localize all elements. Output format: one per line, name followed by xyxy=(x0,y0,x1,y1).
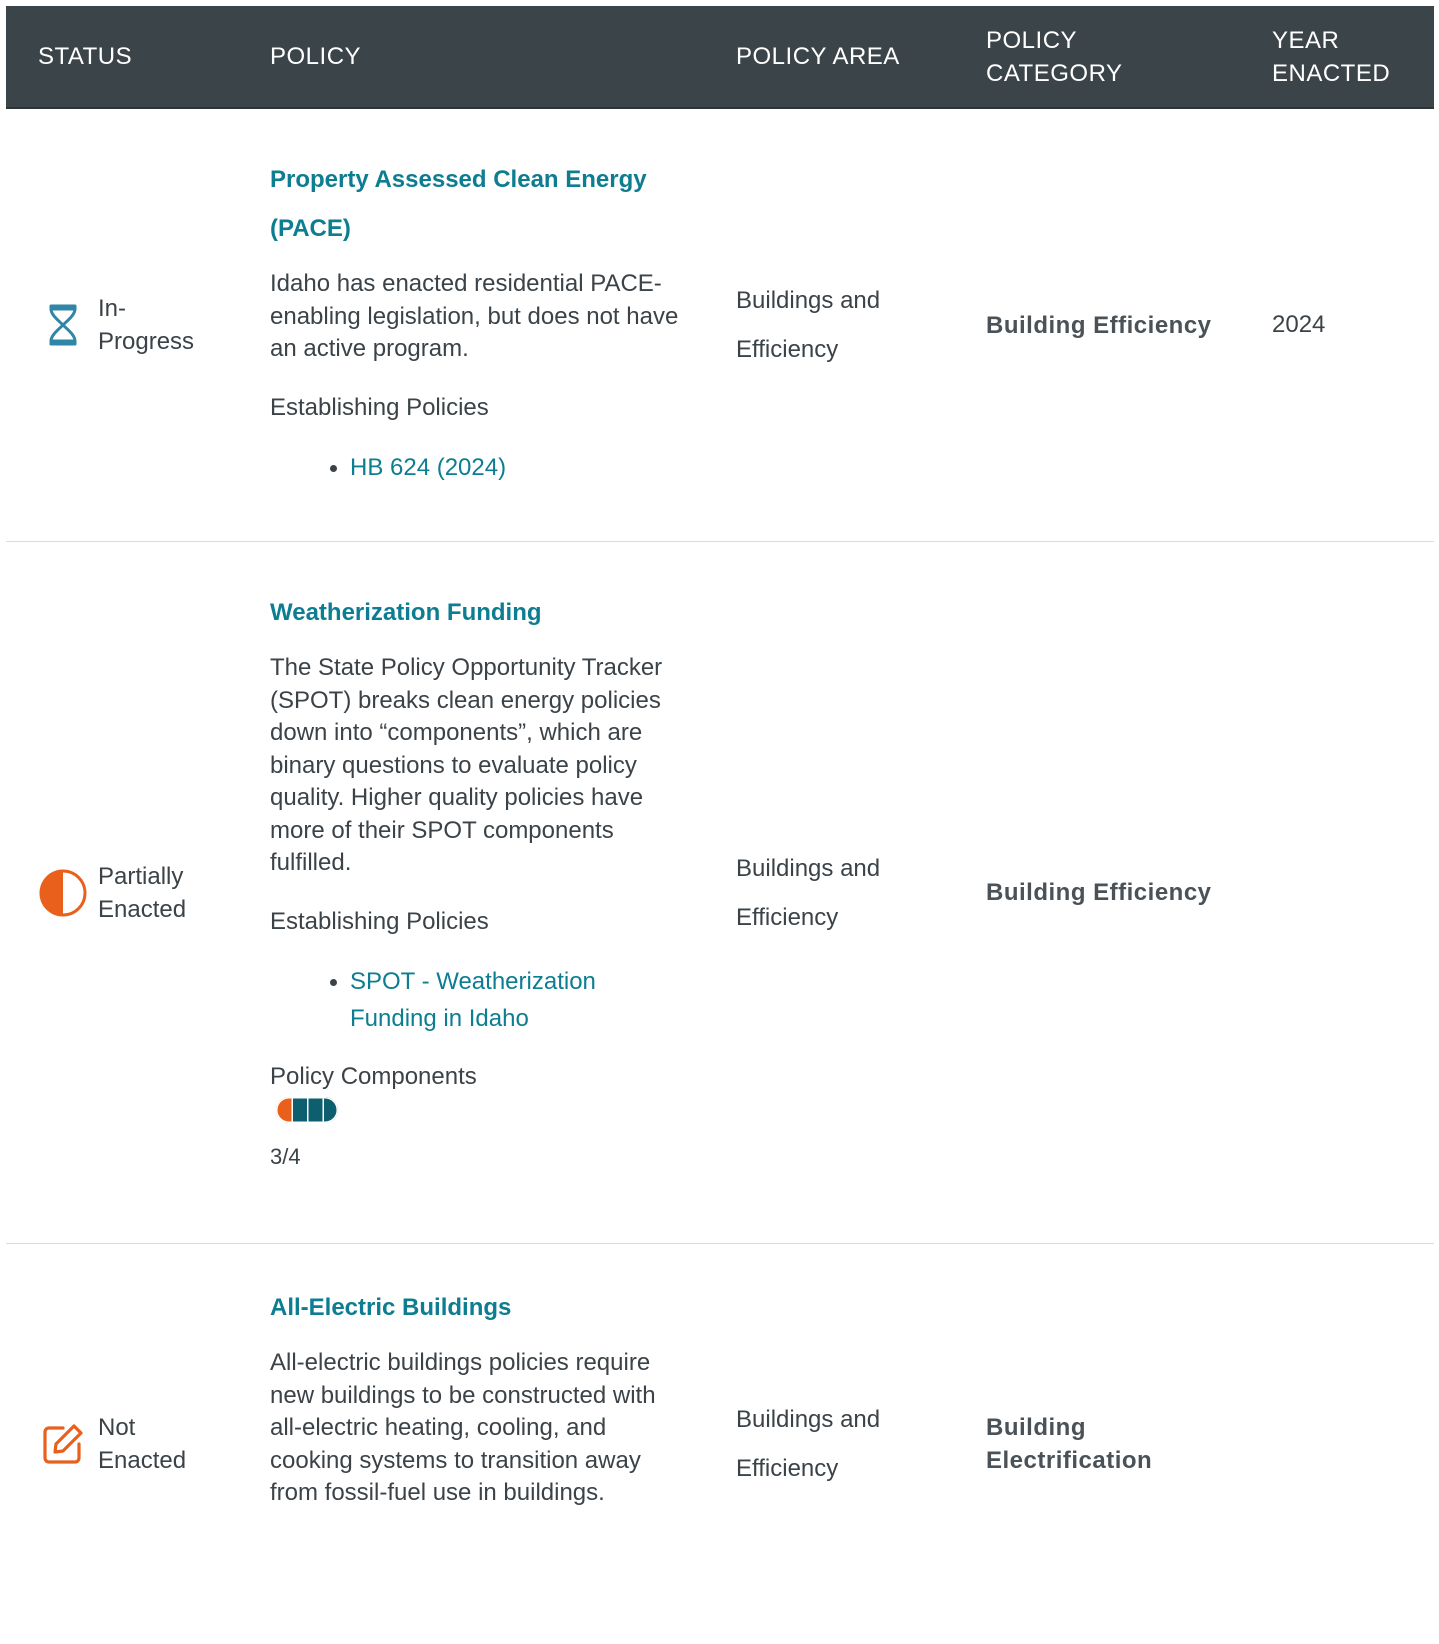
policy-title-link[interactable]: All-Electric Buildings xyxy=(270,1283,680,1332)
policy-components-count: 3/4 xyxy=(270,1143,301,1169)
table-header: STATUS POLICY POLICY AREA POLICY CATEGOR… xyxy=(6,6,1434,109)
table-row: Partially Enacted Weatherization Funding… xyxy=(6,542,1434,1244)
policy-category-cell: Building Electrification xyxy=(986,1414,1153,1474)
edit-icon xyxy=(38,1419,88,1469)
policy-area-cell: Buildings and Efficiency xyxy=(736,854,881,931)
policy-title-link[interactable]: Weatherization Funding xyxy=(270,588,680,637)
half-circle-icon xyxy=(38,868,88,918)
policy-table: STATUS POLICY POLICY AREA POLICY CATEGOR… xyxy=(6,6,1434,1644)
header-year-enacted[interactable]: YEAR ENACTED xyxy=(1272,6,1432,107)
year-enacted-cell xyxy=(1272,1244,1422,1644)
establishing-policy-link[interactable]: HB 624 (2024) xyxy=(330,449,680,486)
establishing-policies-list: HB 624 (2024) xyxy=(270,449,680,486)
table-row: In- Progress Property Assessed Clean Ene… xyxy=(6,109,1434,542)
header-policy-category[interactable]: POLICY CATEGORY xyxy=(986,6,1236,107)
policy-cell: All-Electric Buildings All-electric buil… xyxy=(270,1283,680,1510)
header-policy-area[interactable]: POLICY AREA xyxy=(736,6,966,107)
policy-category-cell: Building Efficiency xyxy=(986,311,1212,339)
policy-description: The State Policy Opportunity Tracker (SP… xyxy=(270,654,663,876)
component-segment-fulfilled xyxy=(308,1096,323,1123)
establishing-policy-link[interactable]: SPOT - Weatherization Funding in Idaho xyxy=(330,963,650,1037)
status-label: Not Enacted xyxy=(98,1414,187,1474)
establishing-policies-label: Establishing Policies xyxy=(270,907,489,935)
components-pill xyxy=(276,1096,338,1123)
establishing-policies-label: Establishing Policies xyxy=(270,393,489,421)
status-cell: Partially Enacted xyxy=(38,542,238,1243)
policy-components-label: Policy Components xyxy=(270,1062,477,1090)
policy-area-cell: Buildings and Efficiency xyxy=(736,1406,881,1482)
hourglass-icon xyxy=(38,300,88,350)
component-segment-fulfilled xyxy=(293,1096,307,1123)
year-enacted-cell xyxy=(1272,542,1422,1243)
component-segment-unfulfilled xyxy=(276,1096,292,1123)
year-enacted-cell: 2024 xyxy=(1272,311,1326,338)
policy-title-link[interactable]: Property Assessed Clean Energy (PACE) xyxy=(270,155,680,253)
status-cell: Not Enacted xyxy=(38,1244,238,1644)
policy-cell: Property Assessed Clean Energy (PACE) Id… xyxy=(270,155,680,486)
policy-category-cell: Building Efficiency xyxy=(986,879,1212,906)
policy-description: All-electric buildings policies require … xyxy=(270,1349,656,1506)
policy-area-cell: Buildings and Efficiency xyxy=(736,287,881,363)
policy-cell: Weatherization Funding The State Policy … xyxy=(270,588,680,1173)
header-policy[interactable]: POLICY xyxy=(270,6,670,107)
component-segment-fulfilled xyxy=(324,1096,338,1123)
status-label: In- Progress xyxy=(98,295,195,355)
table-row: Not Enacted All-Electric Buildings All-e… xyxy=(6,1244,1434,1644)
status-label: Partially Enacted xyxy=(98,862,187,923)
header-status[interactable]: STATUS xyxy=(38,6,238,107)
establishing-policies-list: SPOT - Weatherization Funding in Idaho xyxy=(270,963,680,1037)
policy-description: Idaho has enacted residential PACE-enabl… xyxy=(270,270,679,362)
policy-components-bar xyxy=(276,1096,338,1123)
status-cell: In- Progress xyxy=(38,109,238,541)
